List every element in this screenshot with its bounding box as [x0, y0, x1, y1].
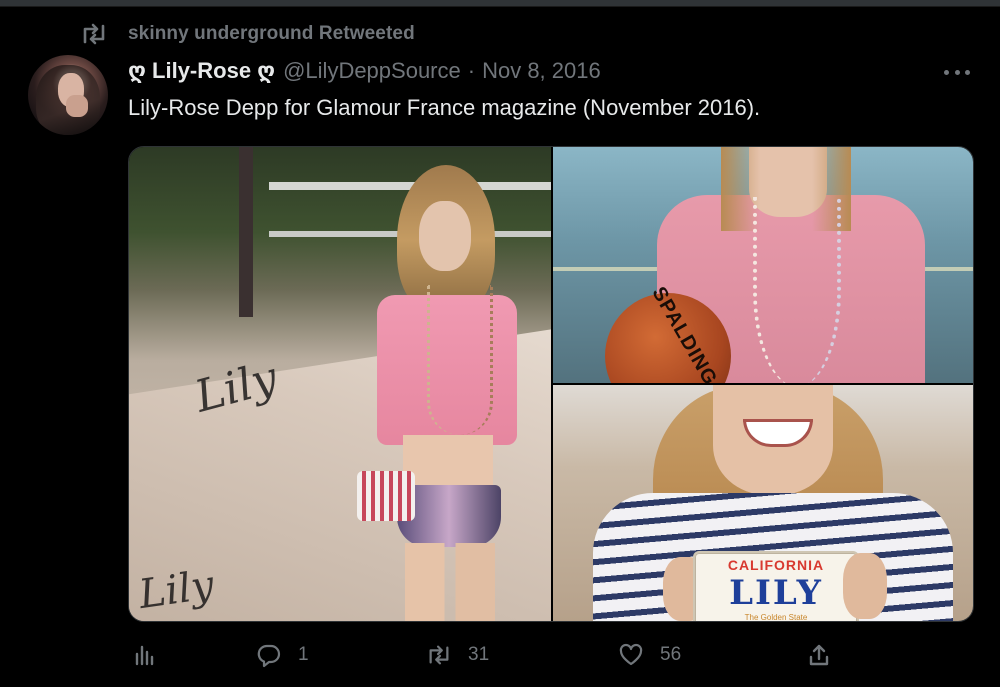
retweet-count: 31	[468, 644, 490, 665]
analytics-button[interactable]	[132, 642, 174, 668]
retweet-icon	[80, 22, 110, 46]
plate-state: CALIFORNIA	[727, 557, 825, 573]
tweet-text: Lily-Rose Depp for Glamour France magazi…	[128, 95, 761, 120]
plate-slogan: The Golden State	[744, 613, 808, 621]
avatar[interactable]	[28, 55, 108, 135]
photo-skatepark[interactable]: Lily Lily	[129, 147, 551, 621]
photo-basketball[interactable]: SPALDING	[553, 147, 973, 383]
retweet-button[interactable]: 31	[426, 642, 489, 668]
photo-license-plate[interactable]: CALIFORNIA LILY The Golden State	[553, 385, 973, 621]
reply-button[interactable]: 1	[256, 642, 309, 668]
reply-count: 1	[298, 644, 309, 665]
media-grid: Lily Lily SPALDING CALIFORNIA LILY The G…	[128, 146, 974, 622]
share-icon	[806, 642, 832, 668]
tweet-header: ღ Lily-Rose ღ @LilyDeppSource · Nov 8, 2…	[128, 58, 601, 84]
action-bar: 1 31 56	[128, 642, 848, 674]
retweet-context[interactable]: skinny underground Retweeted	[80, 22, 415, 46]
top-divider	[0, 0, 1000, 7]
share-button[interactable]	[806, 642, 848, 668]
separator: ·	[467, 58, 476, 83]
more-options-icon[interactable]	[944, 62, 970, 82]
display-name[interactable]: ღ Lily-Rose ღ	[128, 58, 275, 84]
user-handle[interactable]: @LilyDeppSource	[283, 58, 461, 84]
plate-number: LILY	[729, 573, 823, 613]
retweet-label: skinny underground Retweeted	[128, 23, 415, 44]
like-button[interactable]: 56	[618, 642, 681, 668]
license-plate: CALIFORNIA LILY The Golden State	[693, 551, 859, 621]
reply-icon	[256, 642, 282, 668]
analytics-icon	[132, 642, 158, 668]
like-count: 56	[660, 644, 682, 665]
retweet-icon	[426, 642, 452, 668]
tweet-date[interactable]: Nov 8, 2016	[482, 58, 601, 84]
heart-icon	[618, 642, 644, 668]
